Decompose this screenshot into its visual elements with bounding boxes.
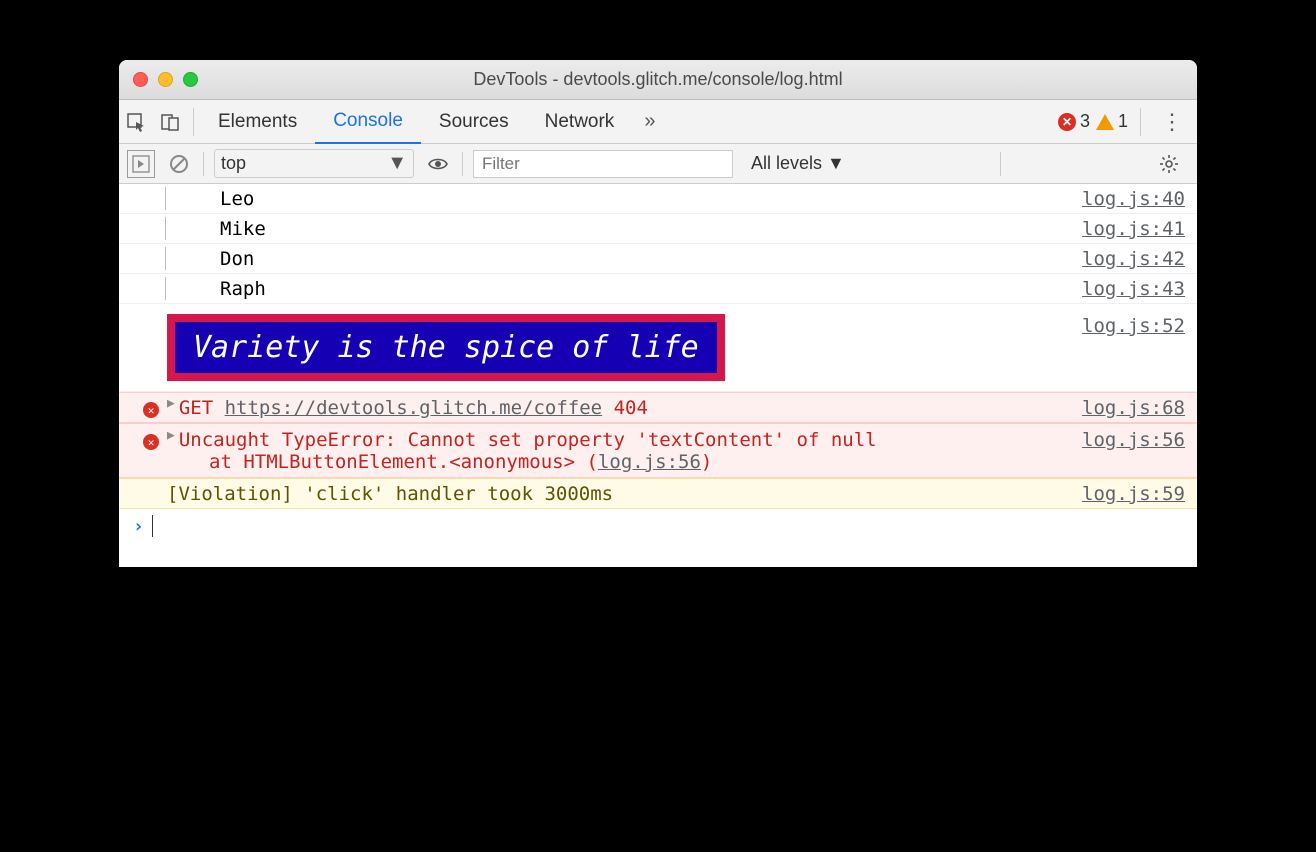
kebab-menu-icon[interactable]: ⋮ [1147, 109, 1197, 135]
source-link[interactable]: log.js:42 [1082, 247, 1185, 270]
maximize-window-button[interactable] [183, 72, 198, 87]
log-text: Mike [192, 217, 266, 240]
styled-log-text: Variety is the spice of life [167, 314, 725, 381]
error-icon: ✕ [143, 402, 159, 418]
error-badge-icon: ✕ [1058, 113, 1076, 131]
close-window-button[interactable] [133, 72, 148, 87]
log-level-selector[interactable]: All levels ▼ [743, 153, 853, 174]
log-text: Don [192, 247, 254, 270]
source-link[interactable]: log.js:40 [1082, 187, 1185, 210]
tab-network[interactable]: Network [527, 100, 633, 144]
clear-console-icon[interactable] [165, 150, 193, 178]
titlebar: DevTools - devtools.glitch.me/console/lo… [119, 60, 1197, 100]
context-value: top [221, 153, 246, 174]
log-row[interactable]: Leo log.js:40 [119, 184, 1197, 214]
stack-frame-link[interactable]: log.js:56 [598, 451, 701, 473]
live-expression-icon[interactable] [424, 150, 452, 178]
tab-console[interactable]: Console [315, 100, 421, 144]
violation-row[interactable]: [Violation] 'click' handler took 3000ms … [119, 478, 1197, 509]
separator [203, 152, 204, 176]
log-text: Raph [192, 277, 266, 300]
more-tabs-icon[interactable]: » [632, 110, 667, 133]
chevron-down-icon: ▼ [387, 152, 407, 175]
error-warning-badges[interactable]: ✕3 1 [1058, 111, 1134, 132]
window-title: DevTools - devtools.glitch.me/console/lo… [119, 69, 1197, 90]
source-link[interactable]: log.js:41 [1082, 217, 1185, 240]
traffic-lights [133, 72, 198, 87]
warning-badge-icon [1096, 114, 1114, 130]
prompt-chevron-icon: › [119, 516, 144, 537]
tab-elements[interactable]: Elements [200, 100, 315, 144]
log-row[interactable]: Mike log.js:41 [119, 214, 1197, 244]
styled-log-row[interactable]: Variety is the spice of life log.js:52 [119, 304, 1197, 392]
filter-input[interactable] [473, 150, 733, 178]
separator [1000, 152, 1001, 176]
tabbar: Elements Console Sources Network » ✕3 1 … [119, 100, 1197, 144]
log-text: Leo [192, 187, 254, 210]
expand-icon[interactable]: ▶ [167, 428, 175, 451]
source-link[interactable]: log.js:68 [1082, 396, 1185, 419]
stack-frame-close: ) [701, 451, 712, 473]
console-settings-icon[interactable] [1149, 154, 1189, 174]
context-selector[interactable]: top ▼ [214, 149, 414, 178]
http-method: GET [179, 397, 213, 419]
console-toolbar: top ▼ All levels ▼ [119, 144, 1197, 184]
source-link[interactable]: log.js:43 [1082, 277, 1185, 300]
devtools-window: DevTools - devtools.glitch.me/console/lo… [119, 60, 1197, 567]
source-link[interactable]: log.js:52 [1082, 314, 1185, 337]
separator [1140, 108, 1141, 136]
source-link[interactable]: log.js:56 [1082, 428, 1185, 451]
error-row[interactable]: ✕ ▶ Uncaught TypeError: Cannot set prope… [119, 423, 1197, 478]
error-count: 3 [1080, 111, 1090, 132]
separator [193, 108, 194, 136]
tab-sources[interactable]: Sources [421, 100, 527, 144]
separator [462, 152, 463, 176]
minimize-window-button[interactable] [158, 72, 173, 87]
violation-text: [Violation] 'click' handler took 3000ms [167, 482, 1082, 505]
http-status: 404 [614, 397, 648, 419]
error-message: Uncaught TypeError: Cannot set property … [179, 428, 1082, 451]
source-link[interactable]: log.js:59 [1082, 482, 1185, 505]
error-icon: ✕ [143, 434, 159, 450]
warning-count: 1 [1118, 111, 1128, 132]
console-prompt[interactable]: › [119, 509, 1197, 567]
text-cursor [152, 515, 153, 537]
log-row[interactable]: Don log.js:42 [119, 244, 1197, 274]
log-row[interactable]: Raph log.js:43 [119, 274, 1197, 304]
stack-frame-text: at HTMLButtonElement.<anonymous> ( [209, 451, 598, 473]
console-output: Leo log.js:40 Mike log.js:41 Don log.js:… [119, 184, 1197, 567]
console-sidebar-toggle-icon[interactable] [127, 150, 155, 178]
error-url[interactable]: https://devtools.glitch.me/coffee [225, 397, 603, 419]
device-toolbar-icon[interactable] [153, 100, 187, 144]
error-row[interactable]: ✕ ▶ GET https://devtools.glitch.me/coffe… [119, 392, 1197, 423]
inspect-element-icon[interactable] [119, 100, 153, 144]
expand-icon[interactable]: ▶ [167, 396, 175, 411]
